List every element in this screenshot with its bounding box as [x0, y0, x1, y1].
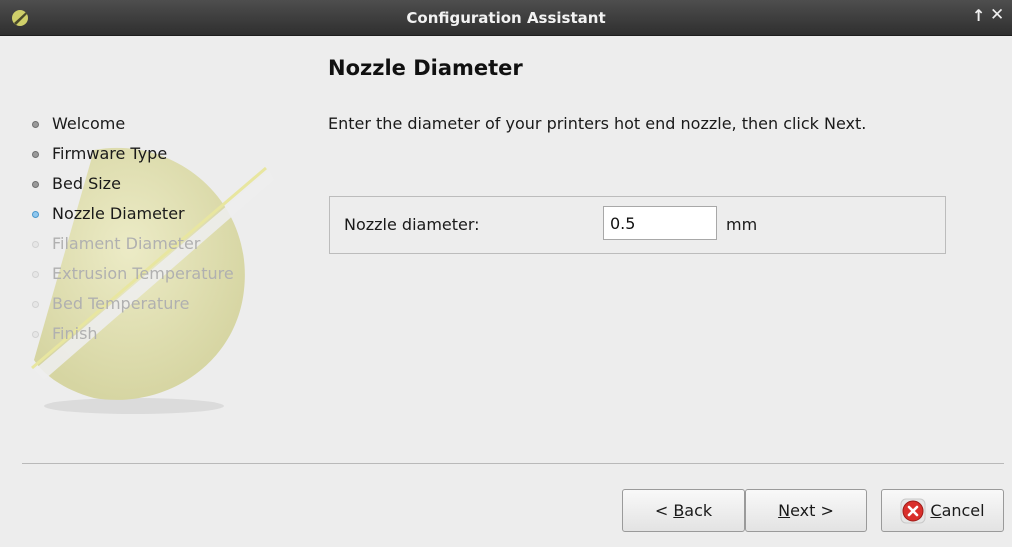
step-filament-diameter: Filament Diameter: [32, 233, 234, 263]
back-button-prefix: <: [654, 501, 674, 520]
step-bed-size: Bed Size: [32, 173, 234, 203]
nozzle-diameter-unit: mm: [726, 215, 758, 234]
back-button-mnemonic: B: [673, 501, 685, 520]
next-button-label: ext >: [790, 501, 834, 520]
step-bullet-icon: [32, 121, 39, 128]
step-bullet-icon: [32, 271, 39, 278]
step-bullet-icon: [32, 331, 39, 338]
back-button[interactable]: < Back: [622, 489, 745, 532]
cancel-button-label: ancel: [941, 501, 985, 520]
page-description: Enter the diameter of your printers hot …: [328, 114, 867, 133]
nozzle-diameter-group: Nozzle diameter: mm: [329, 196, 946, 254]
step-label: Bed Temperature: [52, 294, 190, 313]
step-bullet-icon: [32, 241, 39, 248]
step-label: Nozzle Diameter: [52, 204, 185, 223]
step-firmware-type: Firmware Type: [32, 143, 234, 173]
step-finish: Finish: [32, 323, 234, 353]
next-button[interactable]: Next >: [745, 489, 867, 532]
cancel-icon: [900, 498, 926, 523]
step-bullet-icon: [32, 181, 39, 188]
step-label: Welcome: [52, 114, 126, 133]
step-label: Extrusion Temperature: [52, 264, 234, 283]
window-up-button[interactable]: ↑: [972, 6, 985, 25]
step-nozzle-diameter: Nozzle Diameter: [32, 203, 234, 233]
nozzle-diameter-label: Nozzle diameter:: [344, 215, 480, 234]
page-title: Nozzle Diameter: [328, 56, 523, 80]
step-welcome: Welcome: [32, 113, 234, 143]
step-label: Filament Diameter: [52, 234, 201, 253]
cancel-button[interactable]: Cancel: [881, 489, 1004, 532]
cancel-button-mnemonic: C: [930, 501, 942, 520]
nozzle-diameter-input[interactable]: [603, 206, 717, 240]
step-bed-temperature: Bed Temperature: [32, 293, 234, 323]
next-button-mnemonic: N: [778, 501, 791, 520]
step-label: Bed Size: [52, 174, 121, 193]
footer-separator: [22, 463, 1004, 464]
step-extrusion-temperature: Extrusion Temperature: [32, 263, 234, 293]
back-button-label: ack: [684, 501, 713, 520]
window-title: Configuration Assistant: [406, 9, 606, 27]
step-bullet-icon: [32, 151, 39, 158]
step-label: Firmware Type: [52, 144, 168, 163]
step-label: Finish: [52, 324, 98, 343]
step-bullet-icon: [32, 301, 39, 308]
window-close-button[interactable]: ✕: [990, 5, 1004, 25]
wizard-steps-list: Welcome Firmware Type Bed Size Nozzle Di…: [32, 113, 234, 353]
window-titlebar[interactable]: Configuration Assistant ↑ ✕: [0, 0, 1012, 36]
step-bullet-icon: [32, 211, 39, 218]
